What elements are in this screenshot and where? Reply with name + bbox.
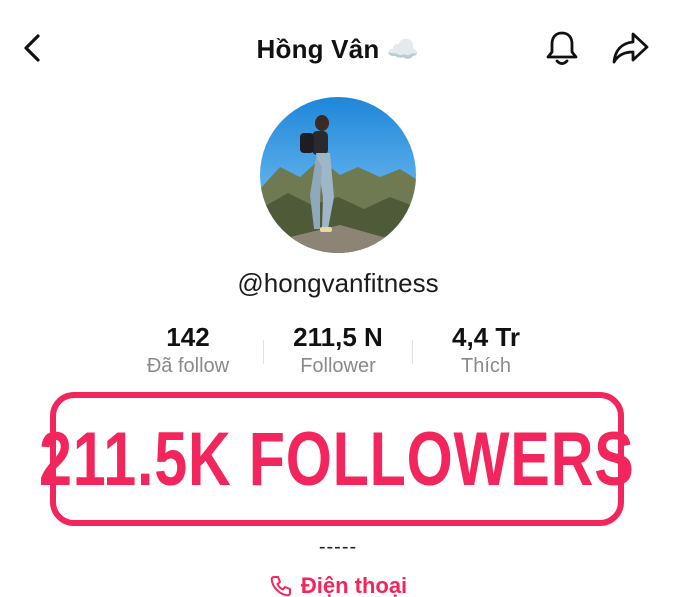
stat-likes[interactable]: 4,4 Tr Thích <box>411 322 561 380</box>
share-button[interactable] <box>606 26 656 70</box>
stats-row: 142 Đã follow 211,5 N Follower 4,4 Tr Th… <box>0 322 676 382</box>
notification-button[interactable] <box>540 26 584 70</box>
stat-followers-value: 211,5 N <box>293 322 383 352</box>
avatar-photo <box>260 97 416 253</box>
top-bar: Hồng Vân ☁️ <box>0 18 676 78</box>
stat-following[interactable]: 142 Đã follow <box>113 322 263 380</box>
stat-followers-label: Follower <box>300 355 376 377</box>
phone-link[interactable]: Điện thoại <box>0 573 676 597</box>
profile-page: Hồng Vân ☁️ @hongvanfitness 142 Đã follo… <box>0 0 676 597</box>
username: @hongvanfitness <box>237 268 439 298</box>
bio-text: ----- <box>318 536 358 558</box>
stat-likes-label: Thích <box>460 355 512 377</box>
stat-following-value: 142 <box>166 322 210 352</box>
followers-overlay-banner: 211.5K FOLLOWERS <box>39 392 634 526</box>
stat-following-label: Đã follow <box>146 355 230 377</box>
avatar[interactable] <box>260 97 416 253</box>
phone-icon <box>270 576 291 597</box>
stat-likes-value: 4,4 Tr <box>452 322 520 352</box>
stat-followers[interactable]: 211,5 N Follower <box>263 322 413 380</box>
overlay-text: 211.5K FOLLOWERS <box>39 416 635 502</box>
bell-icon <box>546 31 578 65</box>
phone-label: Điện thoại <box>300 573 408 597</box>
share-arrow-icon <box>612 32 649 64</box>
